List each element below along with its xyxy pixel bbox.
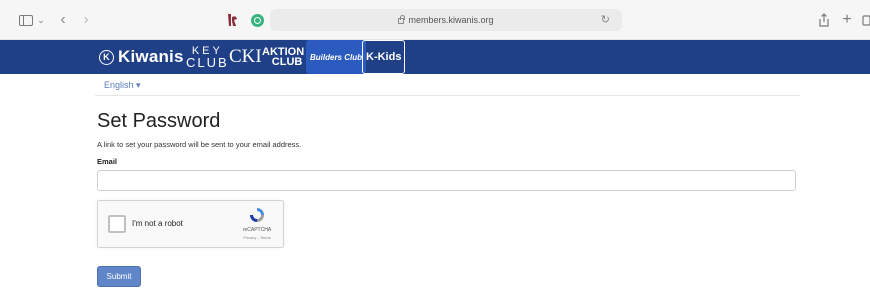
- recaptcha-widget: I'm not a robot reCAPTCHA Privacy - Term…: [97, 200, 284, 248]
- divider: [95, 95, 800, 96]
- language-label: English: [104, 80, 134, 90]
- new-tab-button[interactable]: +: [841, 11, 853, 29]
- kiwanis-wordmark: Kiwanis: [118, 47, 184, 66]
- recaptcha-icon: [248, 207, 266, 223]
- chevron-down-icon[interactable]: ⌄: [37, 11, 45, 29]
- browser-toolbar: ⌄ ‹ › members.kiwanis.org ↻ +: [0, 0, 870, 40]
- key-club-line2: CLUB: [186, 55, 229, 70]
- brand-bar: K Kiwanis KEY CLUB CKI AKTION CLUB Build…: [0, 40, 870, 74]
- recaptcha-brand: reCAPTCHA: [242, 227, 272, 233]
- address-bar[interactable]: members.kiwanis.org ↻: [270, 9, 622, 31]
- reload-icon[interactable]: ↻: [601, 13, 610, 26]
- chevron-down-icon: ▾: [136, 80, 141, 90]
- kiwanis-logo[interactable]: K Kiwanis: [99, 40, 184, 74]
- language-selector[interactable]: English ▾: [104, 80, 141, 91]
- lock-icon: [398, 15, 405, 24]
- extension-icon[interactable]: [224, 11, 240, 29]
- kiwanis-mark-icon: K: [99, 49, 114, 65]
- submit-button[interactable]: Submit: [97, 266, 141, 287]
- key-club-logo[interactable]: KEY CLUB: [186, 40, 229, 74]
- builders-club-logo[interactable]: Builders Club: [306, 40, 367, 74]
- back-button[interactable]: ‹: [57, 11, 69, 29]
- recaptcha-links[interactable]: Privacy - Terms: [236, 235, 278, 240]
- url-text: members.kiwanis.org: [408, 15, 494, 25]
- sidebar-icon[interactable]: [18, 11, 34, 29]
- share-icon[interactable]: [818, 11, 830, 29]
- page-title: Set Password: [97, 110, 221, 132]
- recaptcha-label: I'm not a robot: [132, 219, 183, 228]
- grammar-extension-icon[interactable]: [249, 11, 265, 29]
- aktion-club-logo[interactable]: AKTION CLUB: [262, 40, 304, 74]
- aktion-line2: CLUB: [271, 56, 303, 68]
- tabs-overview-icon[interactable]: [861, 11, 870, 29]
- email-field[interactable]: [97, 170, 796, 191]
- k-kids-logo[interactable]: K-Kids: [362, 40, 406, 74]
- info-text: A link to set your password will be sent…: [97, 140, 302, 149]
- forward-button[interactable]: ›: [80, 11, 92, 29]
- email-label: Email: [97, 157, 118, 166]
- cki-logo[interactable]: CKI: [229, 40, 262, 74]
- recaptcha-checkbox[interactable]: [108, 215, 126, 233]
